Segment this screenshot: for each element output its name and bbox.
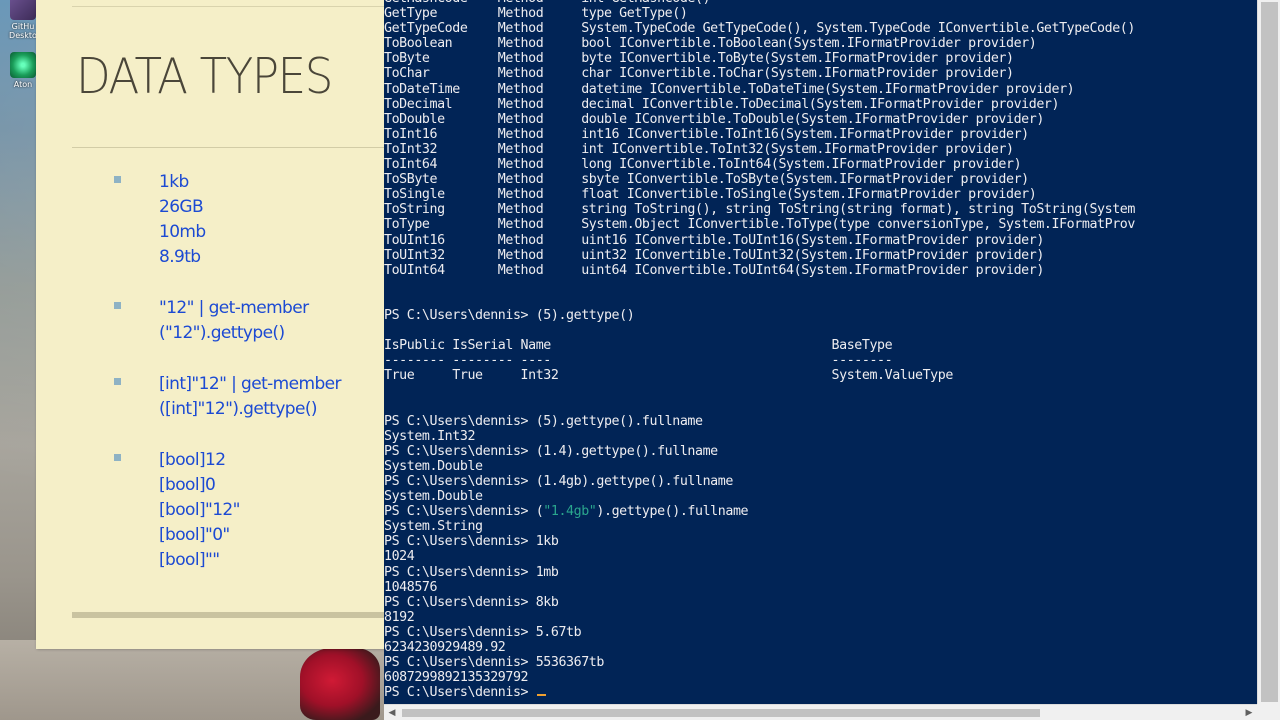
bullet-marker-icon [114, 378, 121, 385]
console-line: ToInt32 Method int IConvertible.ToInt32(… [384, 141, 1014, 157]
console-line: IsPublic IsSerial Name BaseType [384, 338, 893, 354]
console-line: ToChar Method char IConvertible.ToChar(S… [384, 66, 1014, 82]
wallpaper-red-object [300, 648, 380, 720]
console-line: PS C:\Users\dennis> 1kb [384, 534, 559, 550]
console-line: ToUInt32 Method uint32 IConvertible.ToUI… [384, 247, 1044, 263]
console-line: ToUInt16 Method uint16 IConvertible.ToUI… [384, 232, 1044, 248]
bullet-line: 1kb [159, 172, 189, 192]
bullet-line: [bool]"12" [159, 500, 240, 520]
console-line: System.Int32 [384, 428, 476, 444]
console-line: 1024 [384, 549, 415, 565]
console-line: ToInt64 Method long IConvertible.ToInt64… [384, 157, 1022, 173]
bullet-group: [bool]12 [bool]0 [bool]"12" [bool]"0" [bool]… [86, 448, 376, 573]
console-line: True True Int32 System.ValueType [384, 368, 953, 384]
scroll-right-icon[interactable]: ▶ [1241, 705, 1257, 720]
desktop-icon-label: Aton [13, 80, 33, 89]
console-line: ToString Method string ToString(), strin… [384, 202, 1135, 218]
console-line: System.String [384, 519, 483, 535]
console-line: ToInt16 Method int16 IConvertible.ToInt1… [384, 126, 1029, 142]
bullet-line: [bool]12 [159, 450, 226, 470]
console-line: PS C:\Users\dennis> (5).gettype() [384, 307, 635, 323]
console-line: 6234230929489.92 [384, 640, 506, 656]
console-line: GetType Method type GetType() [384, 6, 688, 22]
github-desktop-icon [10, 0, 36, 20]
console-line: ToByte Method byte IConvertible.ToByte(S… [384, 51, 1014, 67]
bullet-line: ([int]"12").gettype() [159, 399, 318, 419]
console-line: 8192 [384, 609, 415, 625]
bullet-marker-icon [114, 454, 121, 461]
desktop-icon-github[interactable]: GitHu Deskto [8, 0, 38, 40]
console-line: ToSByte Method sbyte IConvertible.ToSByt… [384, 172, 1029, 188]
bullet-line: [int]"12" | get-member [159, 374, 342, 394]
slide-panel: DATA TYPES 1kb 26GB 10mb 8.9tb "12" | get-me… [36, 0, 384, 649]
vertical-scrollbar-thumb[interactable] [1261, 2, 1278, 702]
console-line: PS C:\Users\dennis> 5.67tb [384, 624, 582, 640]
console-line: ToDouble Method double IConvertible.ToDo… [384, 111, 1044, 127]
bullet-line: [bool]0 [159, 475, 216, 495]
bullet-group: 1kb 26GB 10mb 8.9tb [86, 170, 376, 270]
console-line: PS C:\Users\dennis> (5).gettype().fullna… [384, 413, 703, 429]
console-line: PS C:\Users\dennis> 5536367tb [384, 655, 604, 671]
bullet-marker-icon [114, 176, 121, 183]
console-line: 6087299892135329792 [384, 670, 529, 686]
scroll-left-icon[interactable]: ◀ [384, 705, 400, 720]
console-line: -------- -------- ---- -------- [384, 353, 893, 369]
console-line: ToUInt64 Method uint64 IConvertible.ToUI… [384, 262, 1044, 278]
console-line: PS C:\Users\dennis> 8kb [384, 594, 559, 610]
console-line: System.Double [384, 489, 483, 505]
slide-top-rule [72, 6, 384, 7]
bullet-line: [bool]"" [159, 550, 220, 570]
bullet-line: 10mb [159, 222, 206, 242]
console-line: PS C:\Users\dennis> (1.4).gettype().full… [384, 443, 718, 459]
console-line: PS C:\Users\dennis> (1.4gb).gettype().fu… [384, 474, 733, 489]
text-cursor [536, 694, 546, 697]
bullet-marker-icon [114, 302, 121, 309]
bullet-line: 26GB [159, 197, 204, 217]
console-text-segment: ).gettype().fullname [596, 504, 749, 520]
console-prompt: PS C:\Users\dennis> [384, 685, 536, 701]
console-line: ToType Method System.Object IConvertible… [384, 217, 1135, 233]
scrollbar-corner [1257, 704, 1280, 720]
bullet-line: [bool]"0" [159, 525, 230, 545]
atom-icon [10, 52, 36, 78]
console-text-segment: PS C:\Users\dennis> ( [384, 504, 544, 520]
desktop-icon-atom[interactable]: Aton [8, 52, 38, 89]
console-line: GetTypeCode Method System.TypeCode GetTy… [384, 21, 1135, 37]
console-line: ToSingle Method float IConvertible.ToSin… [384, 187, 1037, 203]
slide-bottom-rule [72, 612, 384, 618]
console-line: ToDateTime Method datetime IConvertible.… [384, 81, 1075, 97]
console-output[interactable]: GetHashCode Method int GetHashCode()GetT… [384, 0, 1257, 707]
console-line: 1048576 [384, 579, 438, 595]
console-line: System.Double [384, 458, 483, 474]
horizontal-scrollbar[interactable]: ◀ ▶ [384, 704, 1257, 720]
desktop-icon-label: GitHu Deskto [9, 22, 37, 40]
bullet-line: 8.9tb [159, 247, 201, 267]
bullet-line: "12" | get-member [159, 298, 309, 318]
console-line: ToBoolean Method bool IConvertible.ToBoo… [384, 36, 1037, 52]
slide-title-rule [72, 147, 384, 148]
console-prompt-line[interactable]: PS C:\Users\dennis> [384, 685, 1257, 700]
powershell-console[interactable]: GetHashCode Method int GetHashCode()GetT… [384, 0, 1280, 720]
console-line: PS C:\Users\dennis> ("1.4gb").gettype().… [384, 504, 1257, 519]
horizontal-scrollbar-thumb[interactable] [402, 709, 1040, 717]
slide-title: DATA TYPES [76, 48, 333, 105]
console-line: PS C:\Users\dennis> 1mb [384, 564, 559, 580]
bullet-group: [int]"12" | get-member ([int]"12").gettyp… [86, 372, 376, 422]
bullet-group: "12" | get-member ("12").gettype() [86, 296, 376, 346]
string-literal: "1.4gb" [543, 504, 597, 520]
console-line: ToDecimal Method decimal IConvertible.To… [384, 96, 1060, 112]
bullet-line: ("12").gettype() [159, 323, 285, 343]
vertical-scrollbar[interactable] [1257, 0, 1280, 704]
